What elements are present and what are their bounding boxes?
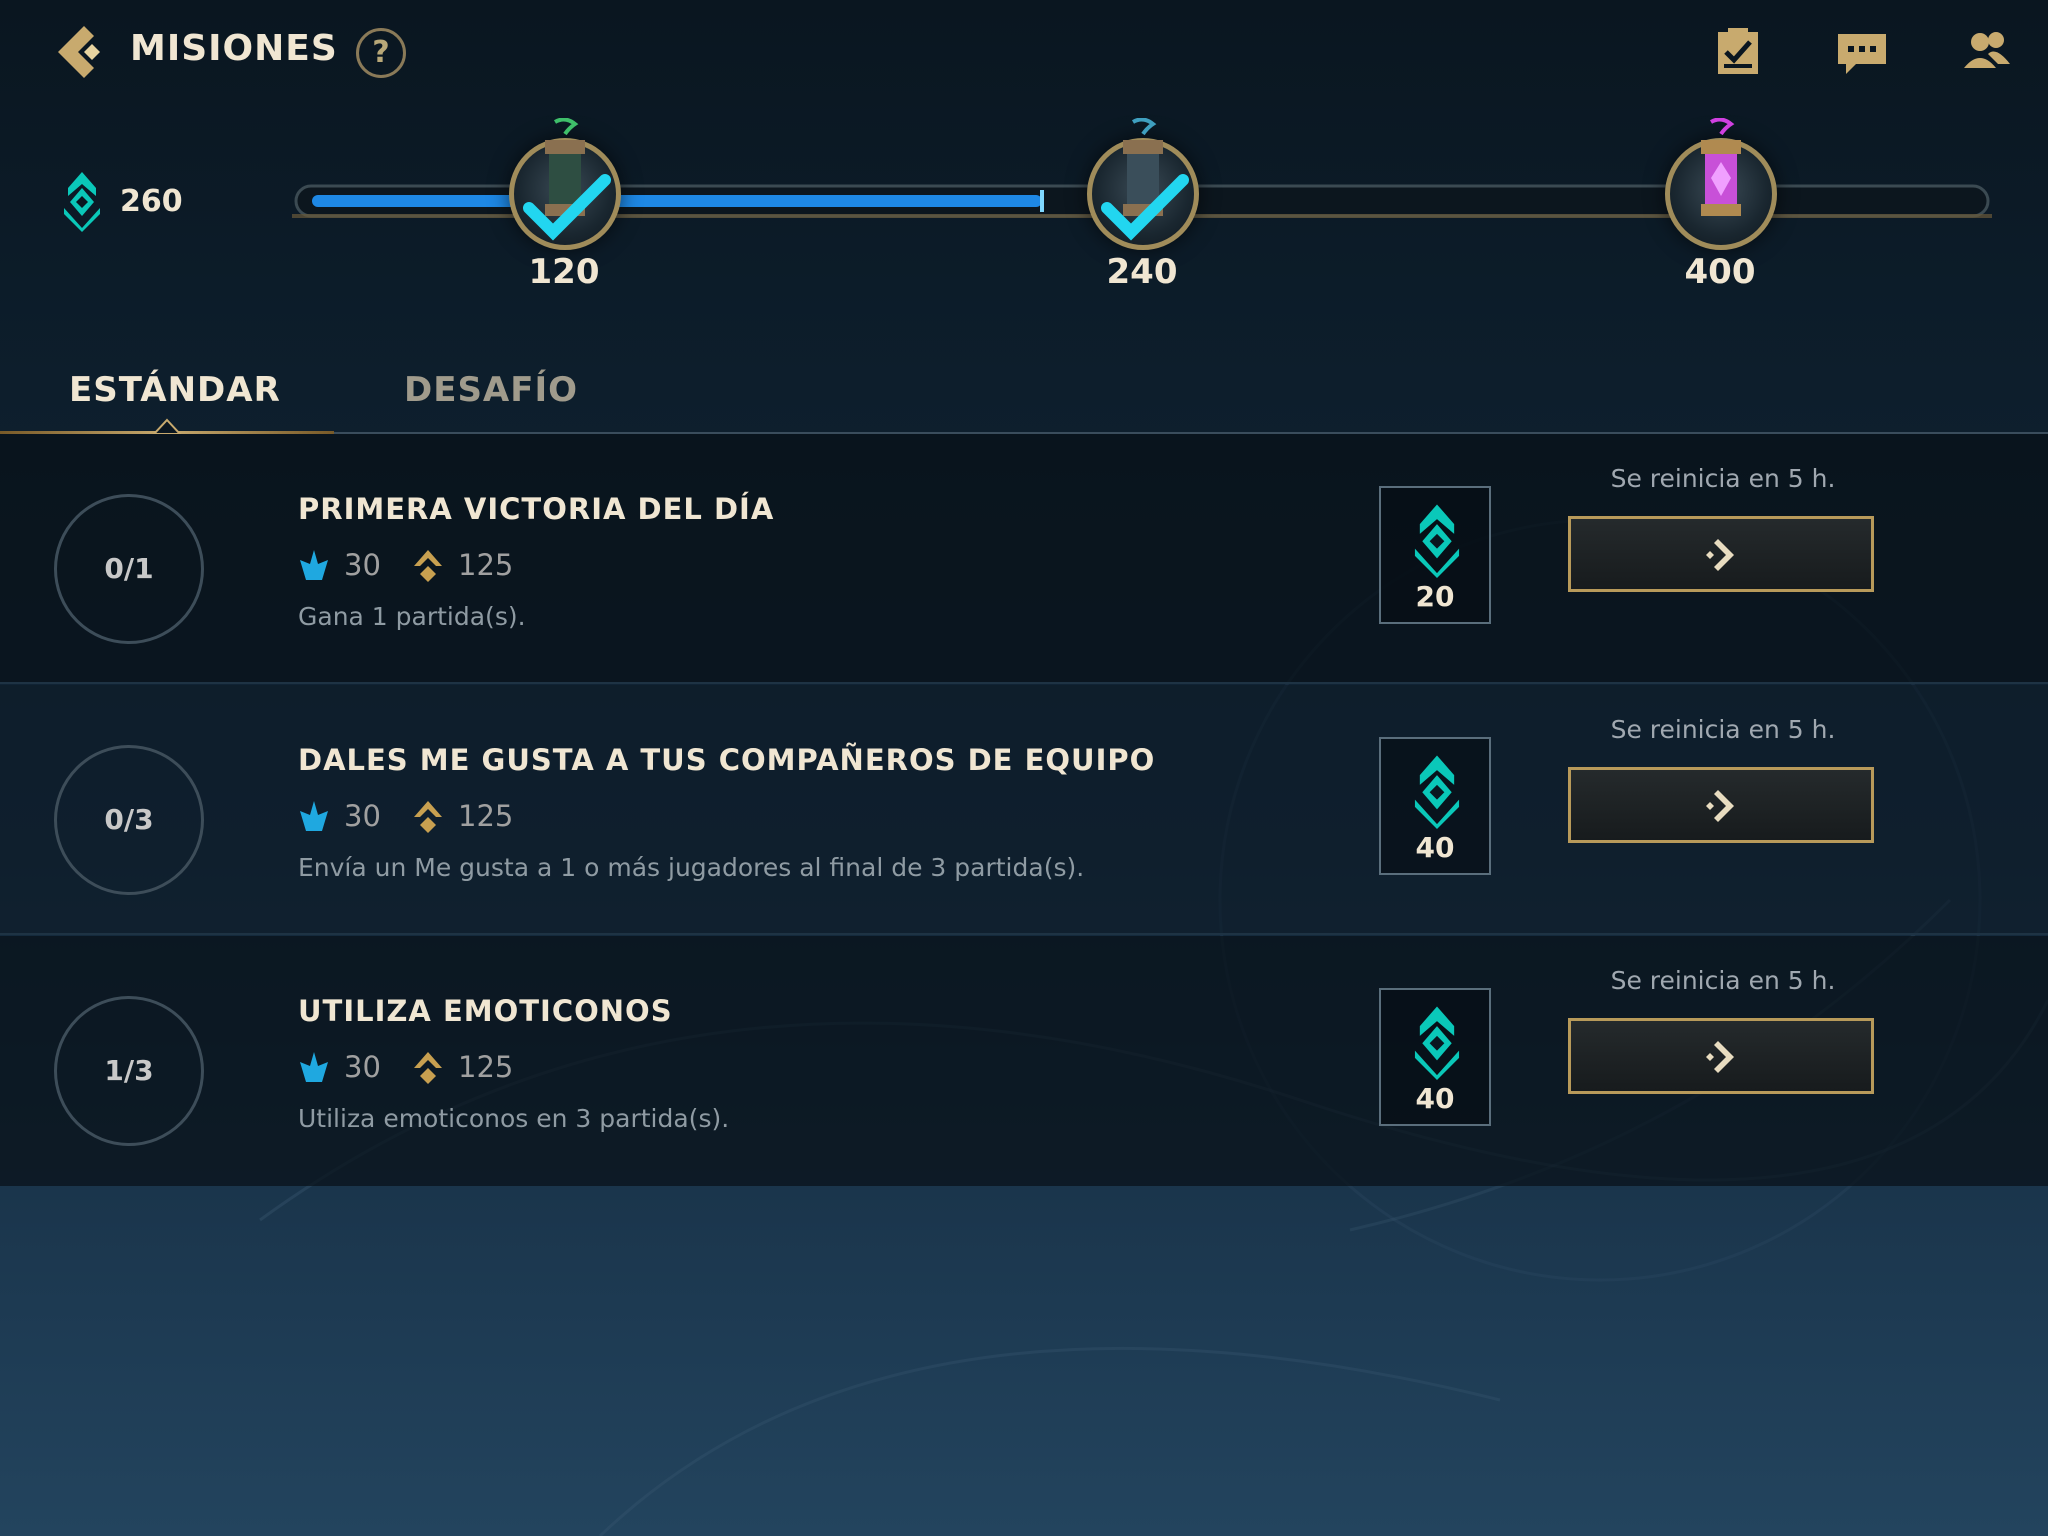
- token-reward: 20: [1379, 486, 1491, 624]
- points-value: 260: [120, 184, 183, 219]
- milestone-120[interactable]: 120: [499, 118, 629, 298]
- chat-icon[interactable]: [1836, 26, 1888, 78]
- milestone-label: 400: [1684, 252, 1756, 292]
- row-separator: [0, 933, 2048, 935]
- blue-essence-icon: [300, 801, 328, 831]
- tab-estandar[interactable]: ESTÁNDAR: [69, 370, 281, 410]
- mission-description: Utiliza emoticonos en 3 partida(s).: [298, 1104, 730, 1133]
- blue-essence-icon: [300, 1052, 328, 1082]
- coin-amount: 125: [458, 1050, 514, 1084]
- arrow-right-icon: [1706, 539, 1734, 571]
- essence-amount: 30: [344, 799, 381, 833]
- token-reward: 40: [1379, 988, 1491, 1126]
- help-icon[interactable]: ?: [356, 28, 406, 78]
- mission-progress: 1/3: [54, 996, 204, 1146]
- go-to-mission-button[interactable]: [1568, 767, 1874, 843]
- completed-check-icon: [1101, 174, 1189, 241]
- milestone-400[interactable]: 400: [1655, 118, 1785, 298]
- mission-token-icon: [1414, 504, 1460, 578]
- blue-essence-icon: [300, 550, 328, 580]
- mission-description: Envía un Me gusta a 1 o más jugadores al…: [298, 853, 1085, 882]
- top-bar: MISIONES ?: [0, 0, 2048, 105]
- progress-fill: [312, 195, 1042, 207]
- mission-token-icon: [64, 172, 100, 232]
- reset-timer: Se reinicia en 5 h.: [1610, 966, 1836, 995]
- coin-amount: 125: [458, 799, 514, 833]
- mission-row: 0/1 PRIMERA VICTORIA DEL DÍA 30 125 Gana…: [0, 434, 2048, 684]
- tab-desafio[interactable]: DESAFÍO: [404, 370, 578, 410]
- token-reward: 40: [1379, 737, 1491, 875]
- gold-coin-icon: [414, 801, 442, 833]
- active-tab-caret-icon: [152, 418, 182, 434]
- token-amount: 40: [1415, 1082, 1455, 1115]
- coin-amount: 125: [458, 548, 514, 582]
- purple-capsule-icon: [1701, 118, 1741, 216]
- mission-token-icon: [1414, 1006, 1460, 1080]
- mission-token-icon: [1414, 755, 1460, 829]
- essence-amount: 30: [344, 548, 381, 582]
- friends-icon[interactable]: [1960, 26, 2012, 78]
- mission-row: 0/3 DALES ME GUSTA A TUS COMPAÑEROS DE E…: [0, 685, 2048, 935]
- arrow-right-icon: [1706, 1041, 1734, 1073]
- page-title: MISIONES: [130, 28, 338, 69]
- mission-row: 1/3 UTILIZA EMOTICONOS 30 125 Utiliza em…: [0, 936, 2048, 1186]
- essence-amount: 30: [344, 1050, 381, 1084]
- checklist-icon[interactable]: [1712, 26, 1764, 78]
- go-to-mission-button[interactable]: [1568, 1018, 1874, 1094]
- mission-progress: 0/3: [54, 745, 204, 895]
- row-separator: [0, 682, 2048, 684]
- token-amount: 40: [1415, 831, 1455, 864]
- token-amount: 20: [1415, 580, 1455, 613]
- go-to-mission-button[interactable]: [1568, 516, 1874, 592]
- arrow-right-icon: [1706, 790, 1734, 822]
- milestone-label: 120: [528, 252, 600, 292]
- mission-title: PRIMERA VICTORIA DEL DÍA: [298, 492, 775, 526]
- completed-check-icon: [523, 174, 611, 241]
- mission-description: Gana 1 partida(s).: [298, 602, 526, 631]
- mission-progress: 0/1: [54, 494, 204, 644]
- gold-coin-icon: [414, 1052, 442, 1084]
- reset-timer: Se reinicia en 5 h.: [1610, 715, 1836, 744]
- milestone-label: 240: [1106, 252, 1178, 292]
- gold-coin-icon: [414, 550, 442, 582]
- mission-title: UTILIZA EMOTICONOS: [298, 994, 673, 1028]
- back-arrow-icon[interactable]: [52, 22, 112, 82]
- mission-title: DALES ME GUSTA A TUS COMPAÑEROS DE EQUIP…: [298, 743, 1156, 777]
- reset-timer: Se reinicia en 5 h.: [1610, 464, 1836, 493]
- mission-tabs: ESTÁNDAR DESAFÍO: [0, 360, 2048, 434]
- milestone-240[interactable]: 240: [1077, 118, 1207, 298]
- progress-tip: [1040, 190, 1044, 212]
